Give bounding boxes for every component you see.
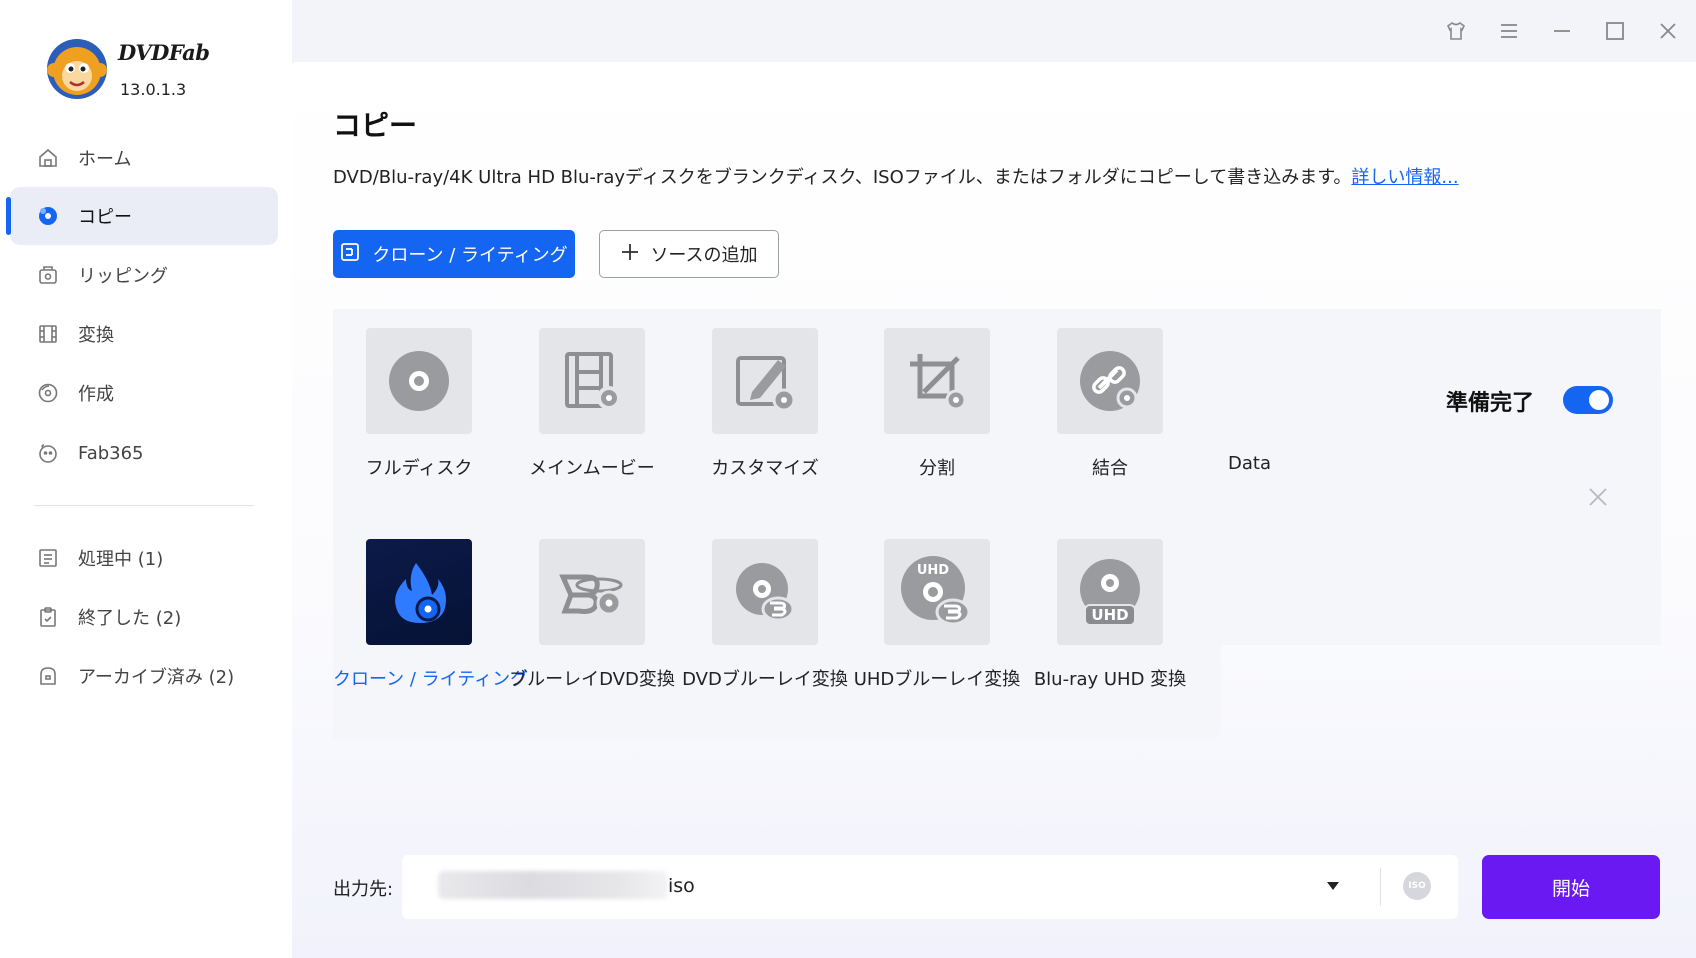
full-disc-icon <box>366 328 472 434</box>
description-text: DVD/Blu-ray/4K Ultra HD Blu-rayディスクをブランク… <box>333 167 1352 188</box>
sidebar-item-label: 処理中 (1) <box>78 549 164 570</box>
mode-main-movie[interactable]: メインムービー <box>506 328 678 480</box>
skin-icon[interactable] <box>1441 16 1471 46</box>
sidebar-item-label: 変換 <box>78 325 114 346</box>
mode-label: カスタマイズ <box>711 458 819 479</box>
sidebar-item-label: 作成 <box>78 384 114 405</box>
home-icon <box>36 146 60 170</box>
mode-bluray-to-uhd[interactable]: UHD Blu-ray UHD 変換 <box>1024 539 1196 691</box>
iso-icon[interactable]: ISO <box>1403 872 1431 900</box>
copy-disc-icon <box>36 204 60 228</box>
customize-icon <box>712 328 818 434</box>
mode-bluray-to-dvd[interactable]: ブルーレイDVD変換 <box>506 539 678 691</box>
sidebar-item-processing[interactable]: 処理中 (1) <box>10 529 278 587</box>
output-path-value: iso <box>668 875 695 897</box>
mode-label: DVDブルーレイ変換 <box>682 669 848 690</box>
clipboard-icon <box>36 605 60 629</box>
split-icon <box>884 328 990 434</box>
mode-label: UHDブルーレイ変換 <box>853 669 1021 690</box>
mode-customize[interactable]: カスタマイズ <box>679 328 851 480</box>
creator-disc-icon <box>36 381 60 405</box>
archive-icon <box>36 664 60 688</box>
source-data-label: Data <box>1228 453 1271 474</box>
clone-icon <box>340 242 360 267</box>
add-source-button-label: ソースの追加 <box>650 245 758 266</box>
svg-text:UHD: UHD <box>1091 606 1128 624</box>
mode-clone-burn[interactable]: クローン / ライティング <box>333 539 529 691</box>
sidebar-item-fab365[interactable]: Fab365 <box>10 424 278 482</box>
clone-burn-button-label: クローン / ライティング <box>372 245 568 266</box>
film-icon <box>36 322 60 346</box>
mode-dvd-to-bluray[interactable]: DVDブルーレイ変換 <box>679 539 851 691</box>
sidebar-item-ripper[interactable]: リッピング <box>10 246 278 304</box>
maximize-icon[interactable] <box>1600 16 1630 46</box>
clone-burn-icon <box>366 539 472 645</box>
sidebar: DVDFab 13.0.1.3 ホーム コピー リッピング 変換 作成 Fab3… <box>0 0 292 958</box>
start-button[interactable]: 開始 <box>1482 855 1660 919</box>
mode-split[interactable]: 分割 <box>851 328 1023 480</box>
uhd-to-bluray-icon: UHD <box>884 539 990 645</box>
output-path-redacted <box>438 871 668 899</box>
mode-label: ブルーレイDVD変換 <box>509 669 675 690</box>
sidebar-item-finished[interactable]: 終了した (2) <box>10 588 278 646</box>
sidebar-item-copy[interactable]: コピー <box>6 187 278 245</box>
merge-icon <box>1057 328 1163 434</box>
close-icon[interactable] <box>1653 16 1683 46</box>
sidebar-item-label: Fab365 <box>78 442 144 464</box>
clone-burn-button[interactable]: クローン / ライティング <box>333 230 575 278</box>
app-version: 13.0.1.3 <box>120 80 187 99</box>
ripper-icon <box>36 263 60 287</box>
plus-icon <box>620 242 640 267</box>
output-label: 出力先: <box>333 879 394 900</box>
brand-name: DVDFab <box>118 40 210 65</box>
bluray-to-uhd-icon: UHD <box>1057 539 1163 645</box>
bluray-to-dvd-icon <box>539 539 645 645</box>
sidebar-divider <box>34 505 254 506</box>
menu-icon[interactable] <box>1494 16 1524 46</box>
sidebar-item-label: コピー <box>78 207 132 228</box>
ready-toggle[interactable] <box>1563 386 1613 414</box>
sidebar-item-archived[interactable]: アーカイブ済み (2) <box>10 647 278 705</box>
sidebar-item-label: リッピング <box>78 266 168 287</box>
mode-label: メインムービー <box>529 458 655 479</box>
main-movie-icon <box>539 328 645 434</box>
dvd-to-bluray-icon <box>712 539 818 645</box>
mode-label: 分割 <box>919 458 955 479</box>
more-info-link[interactable]: 詳しい情報... <box>1351 167 1458 188</box>
remove-source-icon[interactable] <box>1586 485 1610 509</box>
list-icon <box>36 546 60 570</box>
sidebar-item-label: ホーム <box>78 149 132 170</box>
minimize-icon[interactable] <box>1547 16 1577 46</box>
mode-label: クローン / ライティング <box>333 669 529 690</box>
mode-merge[interactable]: 結合 <box>1024 328 1196 480</box>
output-separator <box>1380 868 1381 906</box>
svg-text:UHD: UHD <box>917 563 949 578</box>
dvdfab-logo <box>46 38 108 100</box>
page-description: DVD/Blu-ray/4K Ultra HD Blu-rayディスクをブランク… <box>333 163 1459 189</box>
mode-label: フルディスク <box>365 458 473 479</box>
mode-label: 結合 <box>1092 458 1128 479</box>
add-source-button[interactable]: ソースの追加 <box>599 230 779 278</box>
mode-label: Blu-ray UHD 変換 <box>1033 669 1187 690</box>
sidebar-item-label: 終了した (2) <box>78 608 182 629</box>
ready-label: 準備完了 <box>1446 391 1535 416</box>
caret-down-icon[interactable] <box>1326 878 1340 892</box>
mode-full-disc[interactable]: フルディスク <box>333 328 505 480</box>
sidebar-item-creator[interactable]: 作成 <box>10 364 278 422</box>
sidebar-item-label: アーカイブ済み (2) <box>78 667 235 688</box>
source-panel <box>1221 309 1661 645</box>
sidebar-item-converter[interactable]: 変換 <box>10 305 278 363</box>
fab365-icon <box>36 441 60 465</box>
mode-uhd-to-bluray[interactable]: UHD UHDブルーレイ変換 <box>851 539 1023 691</box>
sidebar-item-home[interactable]: ホーム <box>10 129 278 187</box>
page-title: コピー <box>333 109 418 142</box>
